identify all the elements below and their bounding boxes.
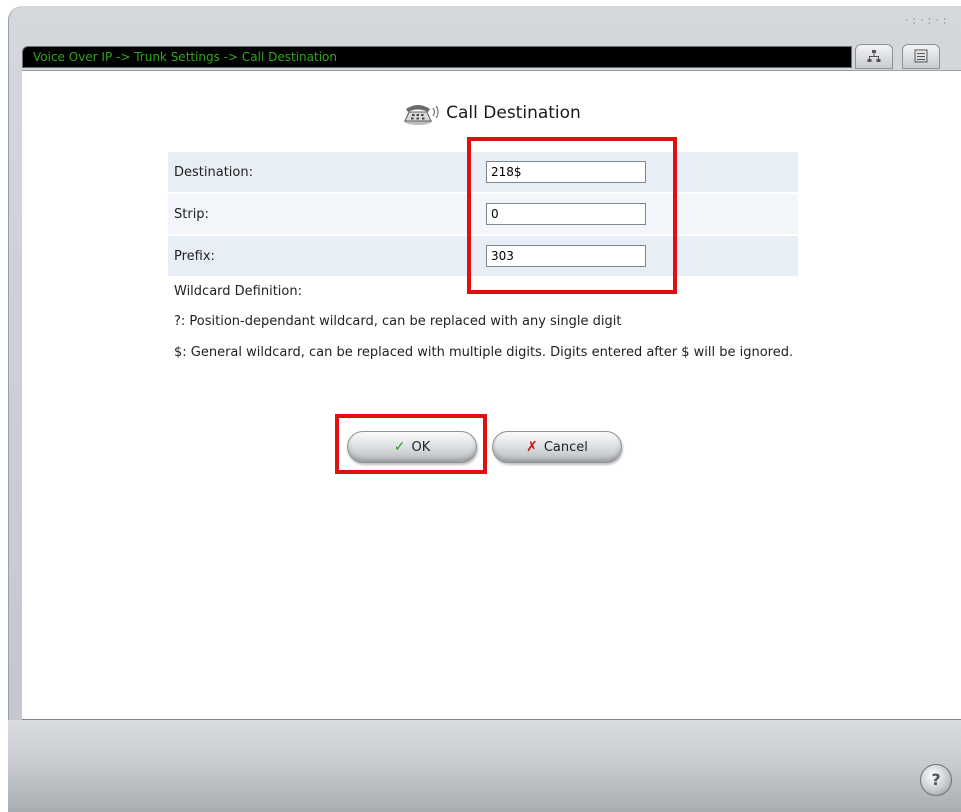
window-grip: ·:·:·: bbox=[903, 14, 949, 27]
cancel-button-label: Cancel bbox=[543, 439, 588, 455]
network-map-button[interactable] bbox=[855, 44, 893, 69]
bottom-bar bbox=[8, 720, 961, 812]
cancel-button[interactable]: ✗ Cancel bbox=[492, 431, 622, 463]
list-view-icon bbox=[914, 49, 928, 63]
help-icon: ? bbox=[931, 770, 941, 789]
checkmark-icon: ✓ bbox=[393, 439, 406, 455]
destination-label: Destination: bbox=[168, 152, 484, 194]
telephone-icon bbox=[404, 105, 439, 125]
page-header: Call Destination bbox=[22, 100, 961, 128]
ok-button[interactable]: ✓ OK bbox=[347, 431, 477, 463]
help-button[interactable]: ? bbox=[920, 764, 952, 796]
list-view-button[interactable] bbox=[902, 44, 940, 69]
page-title: Call Destination bbox=[446, 103, 581, 123]
breadcrumb-text: Voice Over IP -> Trunk Settings -> Call … bbox=[33, 50, 337, 64]
ok-button-label: OK bbox=[411, 439, 431, 455]
network-map-icon bbox=[867, 50, 881, 62]
wildcard-question-note: ?: Position-dependant wildcard, can be r… bbox=[174, 314, 622, 329]
wildcard-dollar-note: $: General wildcard, can be replaced wit… bbox=[174, 345, 794, 360]
strip-label: Strip: bbox=[168, 193, 484, 236]
prefix-label: Prefix: bbox=[168, 235, 484, 278]
inputs-highlight-box bbox=[467, 137, 677, 294]
breadcrumb: Voice Over IP -> Trunk Settings -> Call … bbox=[22, 46, 852, 68]
cross-icon: ✗ bbox=[526, 439, 538, 455]
